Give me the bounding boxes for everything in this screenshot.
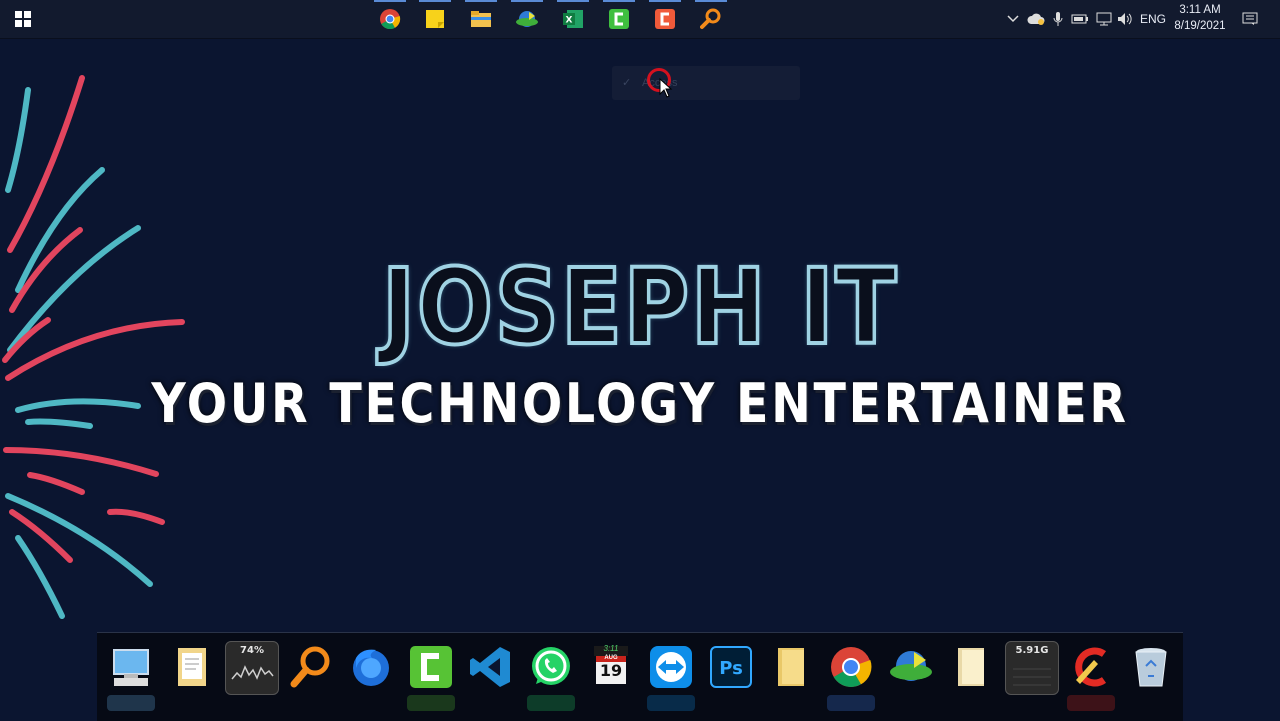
dock-item-folder-2[interactable] (945, 641, 997, 693)
file-explorer-icon (471, 11, 491, 27)
volume-tray-button[interactable] (1115, 0, 1135, 38)
firework-streak (107, 508, 165, 525)
network-tray-button[interactable] (1093, 0, 1115, 38)
recycle-bin-icon (1135, 648, 1167, 687)
camtasia-recorder-icon (655, 9, 675, 29)
dock-item-calendar[interactable]: 3:11 AUG 19 (585, 641, 637, 693)
dock-reflection (407, 695, 455, 711)
firefox-icon (353, 649, 389, 686)
memory-value: 5.91G (1015, 645, 1049, 656)
dock-item-idm[interactable] (885, 641, 937, 693)
firework-streak (5, 87, 31, 193)
microphone-tray-button[interactable] (1049, 0, 1067, 38)
folder-icon (778, 648, 804, 686)
chrome-icon (380, 9, 401, 30)
firework-streak (5, 493, 153, 587)
excel-icon: X (563, 10, 583, 28)
svg-text:Ps: Ps (719, 658, 743, 679)
chrome-icon (831, 647, 872, 687)
svg-text:X: X (566, 16, 573, 26)
photoshop-icon: Ps (710, 646, 752, 688)
dock-item-documents[interactable] (165, 641, 217, 693)
dock-item-folder[interactable] (765, 641, 817, 693)
dock-item-teamviewer[interactable] (645, 641, 697, 693)
dock-item-chrome[interactable] (825, 641, 877, 693)
taskbar-app-file-explorer[interactable] (459, 0, 503, 38)
clock-date: 8/19/2021 (1174, 20, 1226, 32)
calendar-day: 19 (599, 661, 623, 680)
dock-reflection (527, 695, 575, 711)
clock-time: 3:11 AM (1179, 4, 1221, 16)
search-magnifier-icon (290, 646, 330, 688)
brand-tagline: YOUR TECHNOLOGY ENTERTAINER (151, 372, 1129, 435)
fireworks-decoration (2, 75, 185, 619)
checkmark-icon: ✓ (622, 77, 632, 89)
battery-icon (1071, 14, 1088, 24)
microphone-icon (1053, 12, 1063, 26)
vscode-icon (470, 647, 510, 687)
search-magnifier-icon (700, 8, 721, 29)
firework-streak (7, 75, 85, 253)
dock-reflection (107, 695, 155, 711)
taskbar-app-excel[interactable]: X (551, 0, 595, 38)
cpu-percentage: 74% (240, 645, 264, 656)
internet-download-manager-icon (516, 11, 538, 27)
firework-streak (3, 447, 159, 477)
onedrive-tray-button[interactable] (1025, 0, 1047, 38)
notification-icon (1242, 12, 1258, 25)
firework-streak (27, 472, 85, 495)
ccleaner-icon (1075, 647, 1107, 687)
calendar-time: 3:11 (603, 644, 619, 653)
internet-download-manager-icon (890, 651, 932, 681)
chevron-up-icon (1007, 15, 1019, 23)
start-button[interactable] (8, 6, 38, 32)
documents-icon (178, 648, 206, 686)
camtasia-icon (609, 9, 629, 29)
taskbar: X ENG 3:11 AM 8/19/2021 (0, 0, 1280, 39)
dock-item-photoshop[interactable]: Ps (705, 641, 757, 693)
brand-title: JOSEPH IT (380, 244, 899, 370)
dock-item-recycle-bin[interactable] (1125, 641, 1177, 693)
speaker-icon (1118, 13, 1132, 25)
dock: 74% 3:11 AUG 19 Ps 5.91G (97, 632, 1183, 721)
sticky-notes-icon (426, 10, 444, 28)
dock-item-cpu-meter[interactable]: 74% (225, 641, 279, 695)
dock-reflection (647, 695, 695, 711)
show-hidden-icons-button[interactable] (1003, 0, 1023, 38)
dock-item-firefox[interactable] (345, 641, 397, 693)
teamviewer-icon (650, 646, 692, 688)
this-pc-icon (113, 649, 149, 686)
whatsapp-icon (532, 647, 570, 685)
language-indicator[interactable]: ENG (1137, 0, 1169, 38)
dock-reflection (827, 695, 875, 711)
network-icon (1096, 12, 1112, 26)
dock-item-whatsapp[interactable] (525, 641, 577, 693)
windows-logo-icon (15, 11, 31, 27)
dock-item-search[interactable] (285, 641, 337, 693)
taskbar-app-camtasia[interactable] (597, 0, 641, 38)
dock-item-memory-meter[interactable]: 5.91G (1005, 641, 1059, 695)
dock-item-vscode[interactable] (465, 641, 517, 693)
taskbar-app-sticky-notes[interactable] (413, 0, 457, 38)
dock-item-this-pc[interactable] (105, 641, 157, 693)
folder-icon (958, 648, 984, 686)
taskbar-app-chrome[interactable] (368, 0, 412, 38)
language-label: ENG (1139, 12, 1166, 26)
taskbar-app-idm[interactable] (505, 0, 549, 38)
clock[interactable]: 3:11 AM 8/19/2021 (1168, 2, 1232, 34)
taskbar-app-search[interactable] (689, 0, 733, 38)
dock-item-camtasia[interactable] (405, 641, 457, 693)
camtasia-icon (410, 646, 452, 688)
action-center-button[interactable] (1236, 0, 1264, 38)
taskbar-app-camtasia-recorder[interactable] (643, 0, 687, 38)
dock-reflection (1067, 695, 1115, 711)
battery-tray-button[interactable] (1069, 0, 1091, 38)
cloud-warning-icon (1027, 13, 1045, 25)
context-tooltip: ✓ Access (612, 66, 800, 100)
dock-item-ccleaner[interactable] (1065, 641, 1117, 693)
mouse-pointer-icon (659, 78, 673, 98)
